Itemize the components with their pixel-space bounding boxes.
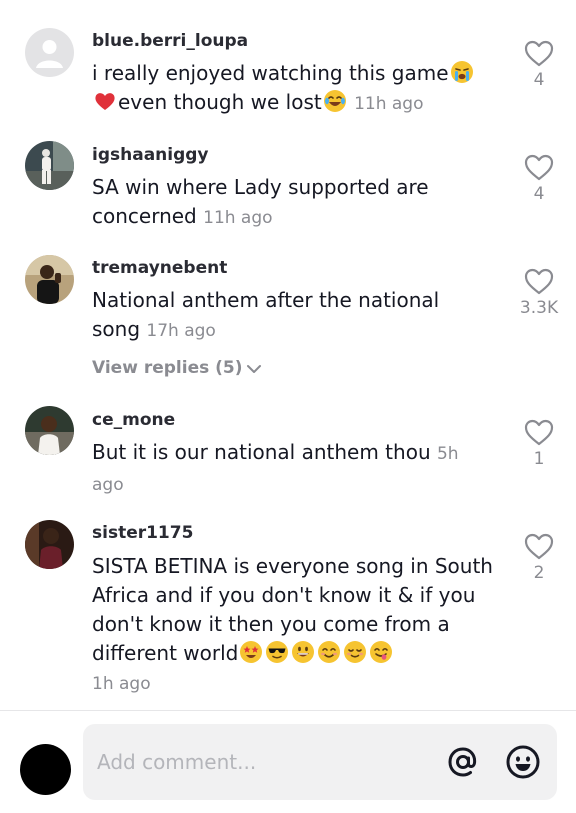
comment-username[interactable]: igshaaniggy [92,145,209,165]
like-button[interactable]: 4 [509,40,569,90]
mention-button[interactable] [445,744,481,780]
tears-of-joy-emoji-icon [323,90,346,112]
like-count: 2 [533,563,545,583]
like-count: 1 [533,449,545,469]
avatar[interactable] [25,406,74,455]
comment-body: National anthem after the national song [92,288,440,341]
grinning-emoji-icon [292,641,315,663]
comment-time: 1h ago [92,674,151,694]
comment-username[interactable]: ce_mone [92,410,175,430]
comment-input[interactable] [95,744,429,780]
comment-text: National anthem after the national song … [92,286,472,346]
view-replies-button[interactable]: View replies (5) [92,358,262,378]
avatar[interactable] [25,141,74,190]
composer-divider [0,710,576,711]
smiley-icon [506,745,540,779]
heart-outline-icon [524,533,554,560]
like-button[interactable]: 2 [509,533,569,583]
comment-text: SA win where Lady supported are concerne… [92,173,472,233]
avatar[interactable] [25,255,74,304]
like-count: 3.3K [519,298,559,318]
heart-outline-icon [524,154,554,181]
crying-emoji-icon [450,61,473,83]
comment-username[interactable]: blue.berri_loupa [92,31,248,51]
comment-username[interactable]: tremaynebent [92,258,227,278]
comment-composer [83,724,557,800]
comment-time: 11h ago [354,94,424,114]
comment-text: SISTA BETINA is everyone song in South A… [92,552,504,699]
yum-emoji-icon [370,641,393,663]
comment-text: But it is our national anthem thou 5h ag… [92,438,492,500]
like-count: 4 [533,70,545,90]
like-button[interactable]: 4 [509,154,569,204]
red-heart-emoji-icon [95,93,115,110]
at-sign-icon [448,747,477,777]
comment-text: i really enjoyed watching this game even … [92,59,504,119]
like-count: 4 [533,184,545,204]
smiling-eyes-emoji-icon [318,641,341,663]
comment-text-part: even though we lost [118,90,322,114]
comments-screen: blue.berri_loupa i really enjoyed watchi… [0,0,576,813]
like-button[interactable]: 1 [509,419,569,469]
comment-time: 11h ago [203,208,273,228]
comment-body: But it is our national anthem thou [92,440,431,464]
current-user-avatar[interactable] [20,744,71,795]
heart-outline-icon [524,419,554,446]
avatar-default[interactable] [25,28,74,77]
comment-text-part: i really enjoyed watching this game [92,61,449,85]
star-struck-emoji-icon [240,641,263,663]
heart-outline-icon [524,268,554,295]
chevron-down-icon [246,365,261,373]
like-button[interactable]: 3.3K [509,268,569,318]
relaxed-emoji-icon [344,641,367,663]
view-replies-label: View replies (5) [92,358,243,378]
comment-username[interactable]: sister1175 [92,523,193,543]
comment-time: 17h ago [146,321,216,341]
avatar[interactable] [25,520,74,569]
emoji-button[interactable] [505,744,541,780]
heart-outline-icon [524,40,554,67]
sunglasses-emoji-icon [266,641,289,663]
